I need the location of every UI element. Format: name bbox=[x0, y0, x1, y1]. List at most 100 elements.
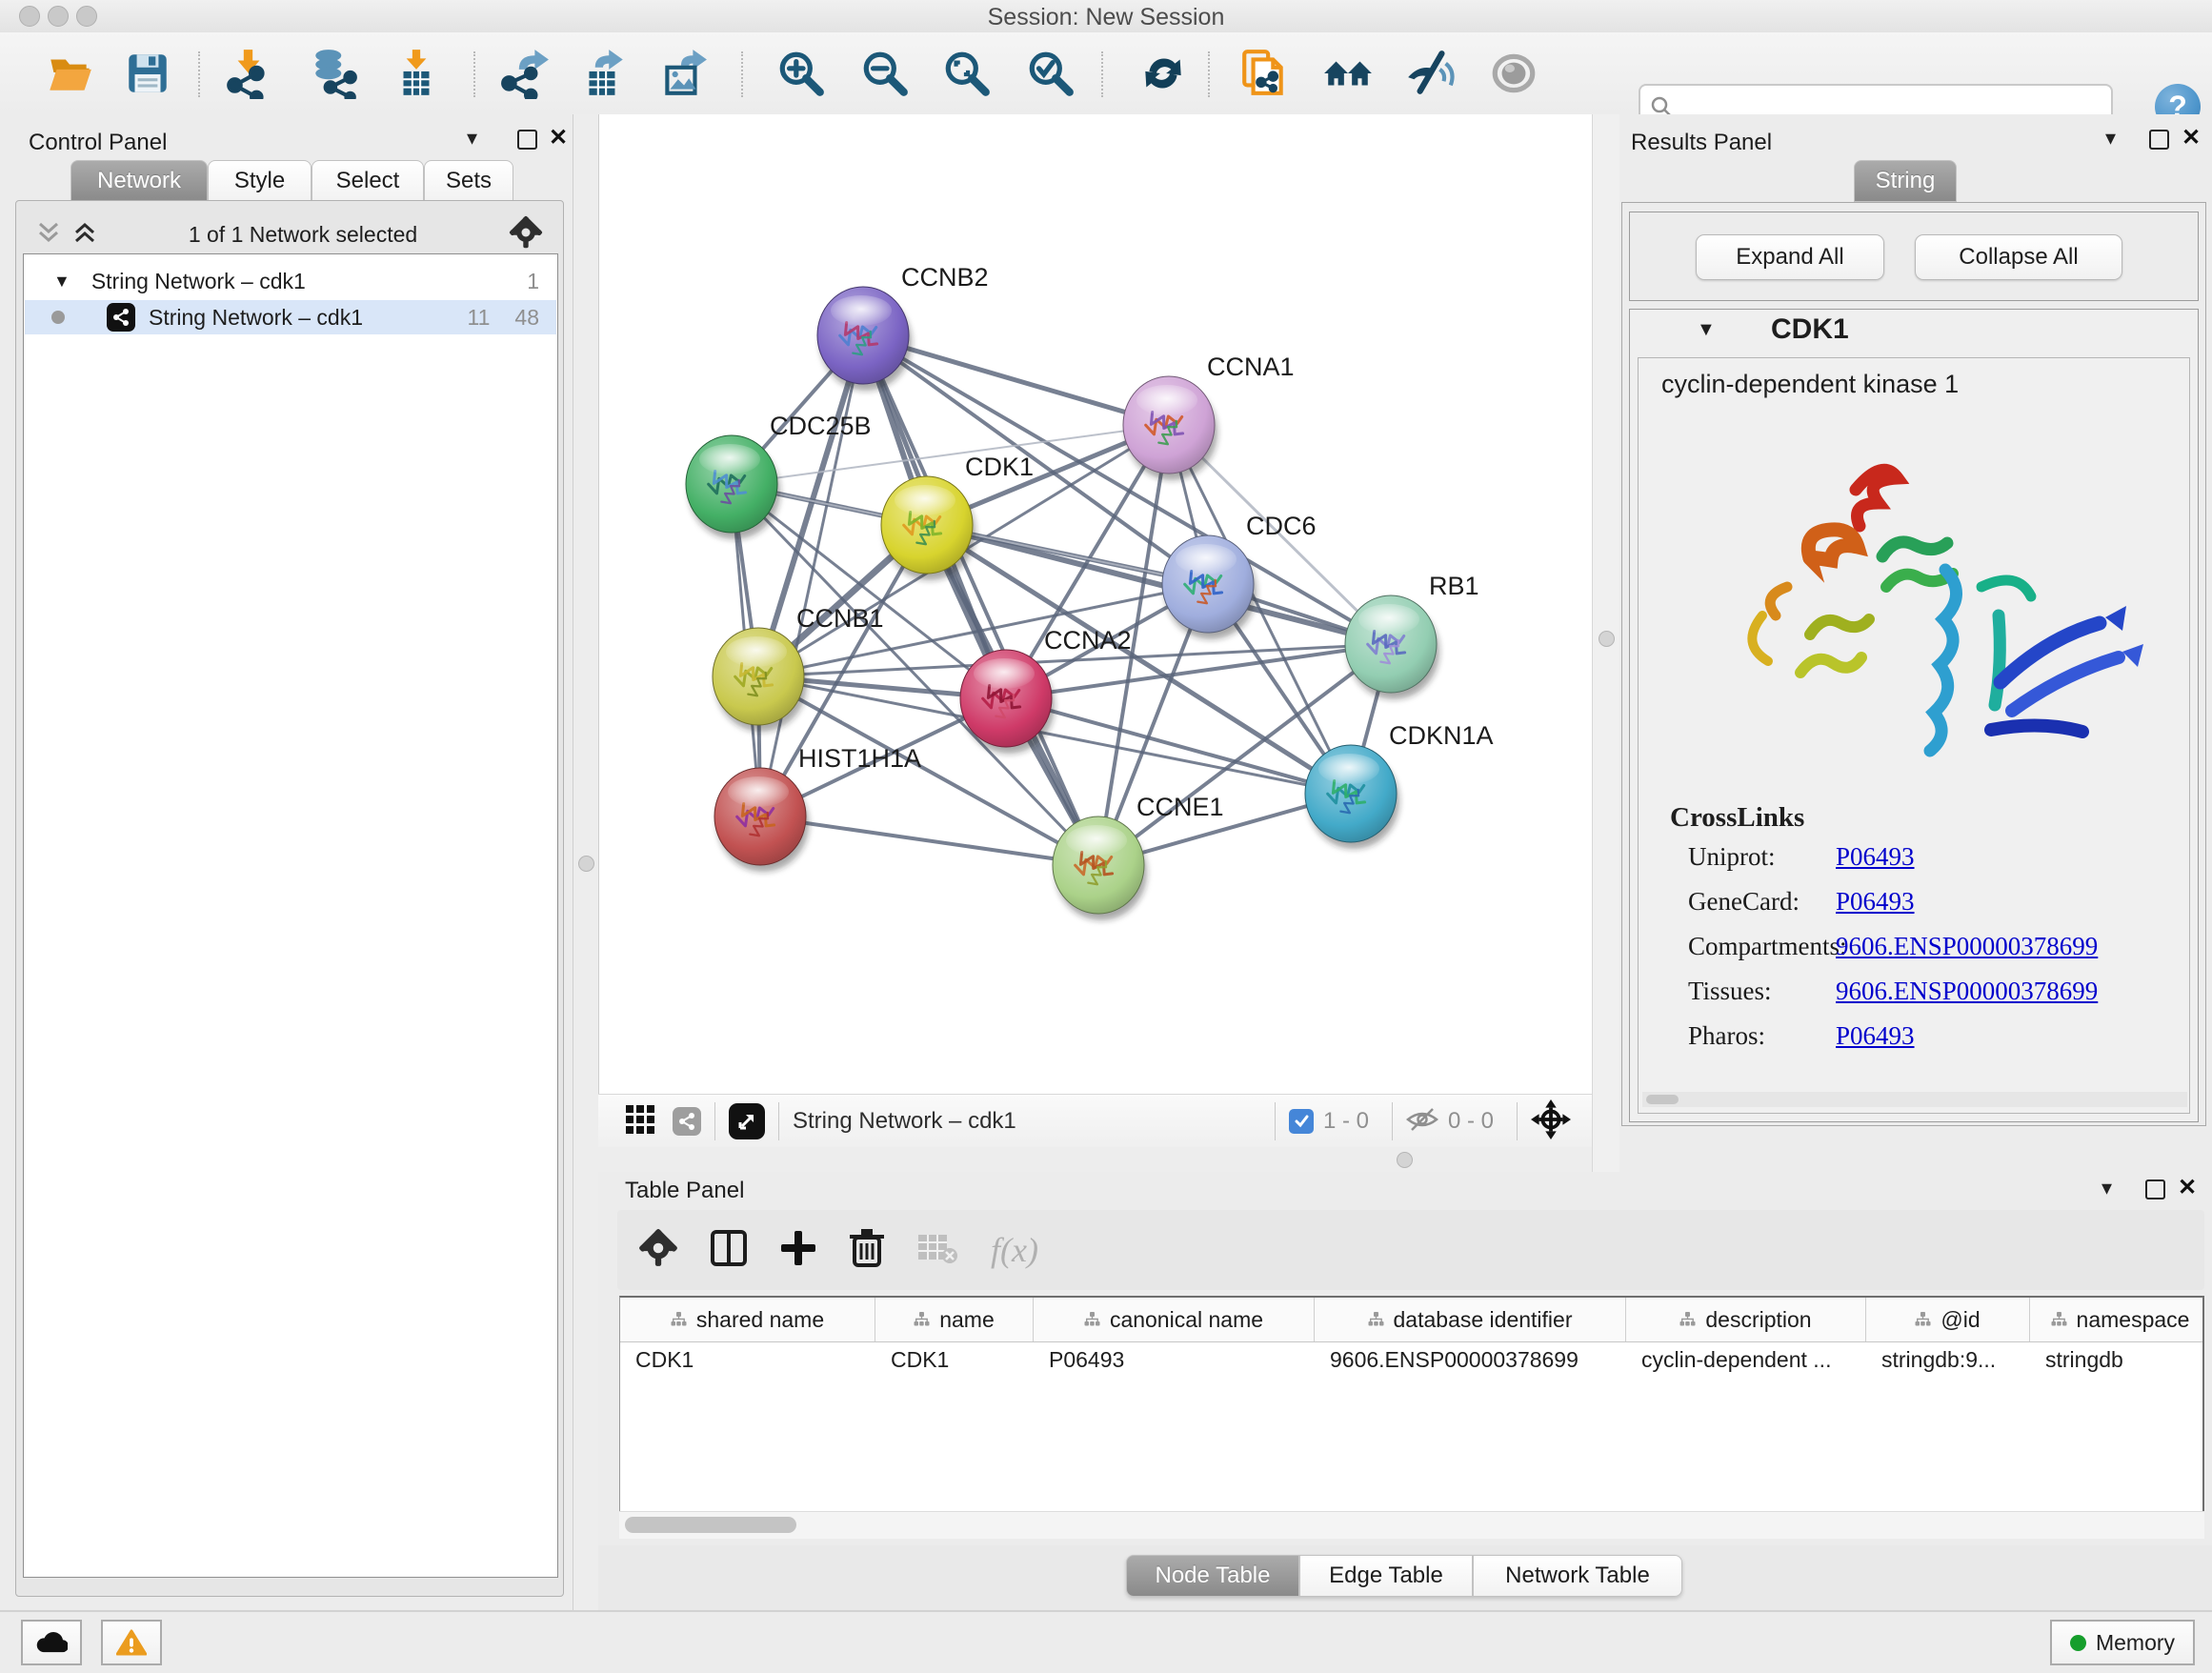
results-hscrollbar-thumb[interactable] bbox=[1646, 1095, 1679, 1104]
network-node-CCNB1[interactable]: CCNB1 bbox=[713, 604, 884, 732]
selected-count-checkbox-icon[interactable] bbox=[1289, 1109, 1314, 1134]
right-splitter-handle[interactable] bbox=[1599, 631, 1615, 647]
home-icon[interactable] bbox=[1320, 46, 1376, 101]
gray-orb-icon[interactable] bbox=[1486, 46, 1541, 101]
export-table-icon[interactable] bbox=[575, 46, 631, 101]
birdseye-view-icon[interactable] bbox=[729, 1103, 765, 1139]
table-row[interactable]: CDK1CDK1P064939606.ENSP00000378699cyclin… bbox=[620, 1342, 2202, 1377]
fit-content-crosshair-icon[interactable] bbox=[1531, 1099, 1571, 1144]
undock-panel-icon[interactable] bbox=[2149, 130, 2169, 150]
add-column-icon[interactable] bbox=[779, 1229, 817, 1272]
column-header-namespace[interactable]: namespace bbox=[2030, 1298, 2204, 1341]
expand-all-networks-icon[interactable] bbox=[72, 221, 97, 249]
column-header-canonical-name[interactable]: canonical name bbox=[1034, 1298, 1315, 1341]
close-panel-icon[interactable]: ✕ bbox=[2178, 1174, 2197, 1201]
left-splitter-handle[interactable] bbox=[578, 856, 594, 872]
import-network-database-icon[interactable] bbox=[307, 46, 362, 101]
column-header-description[interactable]: description bbox=[1626, 1298, 1866, 1341]
import-network-file-icon[interactable] bbox=[221, 46, 276, 101]
warnings-button[interactable] bbox=[101, 1620, 162, 1665]
gene-description: cyclin-dependent kinase 1 bbox=[1661, 370, 1959, 399]
collapse-all-networks-icon[interactable] bbox=[36, 221, 61, 249]
network-node-CDKN1A[interactable]: CDKN1A bbox=[1305, 721, 1494, 849]
zoom-in-icon[interactable] bbox=[774, 46, 829, 101]
float-panel-icon[interactable]: ▾ bbox=[2105, 126, 2116, 151]
undock-panel-icon[interactable] bbox=[517, 130, 537, 150]
bottom-splitter-handle[interactable] bbox=[1397, 1152, 1413, 1168]
network-node-CCNA1[interactable]: CCNA1 bbox=[1123, 353, 1295, 480]
column-header-label: name bbox=[939, 1307, 995, 1333]
table-cell[interactable]: stringdb bbox=[2030, 1347, 2204, 1373]
network-options-gear-icon[interactable] bbox=[509, 215, 543, 254]
tab-sets[interactable]: Sets bbox=[424, 160, 513, 202]
save-session-icon[interactable] bbox=[120, 46, 175, 101]
tab-string[interactable]: String bbox=[1854, 160, 1957, 202]
tab-network[interactable]: Network bbox=[70, 160, 208, 202]
export-image-icon[interactable] bbox=[655, 46, 711, 101]
network-node-CDK1[interactable]: CDK1 bbox=[881, 453, 1034, 580]
network-node-RB1[interactable]: RB1 bbox=[1345, 572, 1479, 699]
crosslink-link[interactable]: P06493 bbox=[1836, 842, 1915, 872]
tab-style[interactable]: Style bbox=[208, 160, 312, 202]
network-collection-row[interactable]: ▼ String Network – cdk1 1 bbox=[25, 264, 556, 298]
collapse-all-button[interactable]: Collapse All bbox=[1915, 234, 2122, 280]
table-cell[interactable]: CDK1 bbox=[875, 1347, 1034, 1373]
float-panel-icon[interactable]: ▾ bbox=[2101, 1176, 2112, 1200]
table-hscrollbar-thumb[interactable] bbox=[625, 1517, 796, 1533]
network-view-icon[interactable] bbox=[673, 1107, 701, 1136]
close-panel-icon[interactable]: ✕ bbox=[549, 124, 568, 151]
gene-expand-icon[interactable]: ▼ bbox=[1697, 319, 1716, 341]
refresh-icon[interactable] bbox=[1136, 46, 1191, 101]
network-from-file-icon[interactable] bbox=[1237, 46, 1292, 101]
table-cell[interactable]: cyclin-dependent ... bbox=[1626, 1347, 1866, 1373]
zoom-out-icon[interactable] bbox=[857, 46, 913, 101]
column-header-@id[interactable]: @id bbox=[1866, 1298, 2030, 1341]
delete-column-icon[interactable] bbox=[848, 1227, 886, 1274]
hidden-eye-icon[interactable] bbox=[1406, 1107, 1438, 1137]
network-node-CCNB2[interactable]: CCNB2 bbox=[817, 263, 989, 391]
close-panel-icon[interactable]: ✕ bbox=[2182, 124, 2201, 151]
network-node-HIST1H1A[interactable]: HIST1H1A bbox=[714, 744, 921, 872]
network-graph[interactable]: CCNB2CCNA1CDC25BCDK1CDC6RB1CCNB1CCNA2CDK… bbox=[599, 114, 1593, 1094]
results-hscrollbar[interactable] bbox=[1642, 1092, 2187, 1107]
column-header-name[interactable]: name bbox=[875, 1298, 1034, 1341]
crosslink-link[interactable]: 9606.ENSP00000378699 bbox=[1836, 932, 2098, 961]
table-cell[interactable]: 9606.ENSP00000378699 bbox=[1315, 1347, 1626, 1373]
collection-expand-icon[interactable]: ▼ bbox=[53, 272, 70, 292]
table-hscrollbar[interactable] bbox=[619, 1511, 2204, 1539]
undock-panel-icon[interactable] bbox=[2145, 1179, 2165, 1199]
crosslink-link[interactable]: 9606.ENSP00000378699 bbox=[1836, 977, 2098, 1006]
open-session-icon[interactable] bbox=[42, 46, 97, 101]
right-splitter[interactable] bbox=[1592, 114, 1619, 1172]
zoom-fit-icon[interactable] bbox=[939, 46, 995, 101]
column-header-database-identifier[interactable]: database identifier bbox=[1315, 1298, 1626, 1341]
float-panel-icon[interactable]: ▾ bbox=[467, 126, 477, 151]
column-header-shared-name[interactable]: shared name bbox=[620, 1298, 875, 1341]
left-splitter[interactable] bbox=[573, 114, 598, 1610]
crosslink-link[interactable]: P06493 bbox=[1836, 887, 1915, 917]
network-node-CCNE1[interactable]: CCNE1 bbox=[1053, 793, 1224, 920]
cloud-button[interactable] bbox=[21, 1620, 82, 1665]
tab-node-table[interactable]: Node Table bbox=[1126, 1555, 1299, 1597]
network-edge-HIST1H1A-CCNE1[interactable] bbox=[760, 816, 1098, 865]
export-network-icon[interactable] bbox=[497, 46, 553, 101]
table-cell[interactable]: CDK1 bbox=[620, 1347, 875, 1373]
zoom-selected-icon[interactable] bbox=[1023, 46, 1078, 101]
expand-all-button[interactable]: Expand All bbox=[1696, 234, 1884, 280]
bottom-splitter[interactable] bbox=[598, 1147, 1592, 1172]
grid-view-icon[interactable] bbox=[625, 1104, 655, 1139]
tab-network-table[interactable]: Network Table bbox=[1473, 1555, 1682, 1597]
tab-select[interactable]: Select bbox=[312, 160, 424, 202]
memory-button[interactable]: Memory bbox=[2050, 1620, 2195, 1665]
table-options-gear-icon[interactable] bbox=[638, 1228, 678, 1273]
table-cell[interactable]: stringdb:9... bbox=[1866, 1347, 2030, 1373]
network-row[interactable]: String Network – cdk1 11 48 bbox=[25, 300, 556, 334]
column-type-icon bbox=[1368, 1307, 1384, 1333]
show-hide-icon[interactable] bbox=[1402, 46, 1458, 101]
crosslink-link[interactable]: P06493 bbox=[1836, 1021, 1915, 1051]
tab-edge-table[interactable]: Edge Table bbox=[1299, 1555, 1473, 1597]
network-canvas[interactable]: CCNB2CCNA1CDC25BCDK1CDC6RB1CCNB1CCNA2CDK… bbox=[598, 114, 1592, 1094]
show-columns-icon[interactable] bbox=[709, 1228, 749, 1273]
table-cell[interactable]: P06493 bbox=[1034, 1347, 1315, 1373]
import-table-icon[interactable] bbox=[389, 46, 444, 101]
